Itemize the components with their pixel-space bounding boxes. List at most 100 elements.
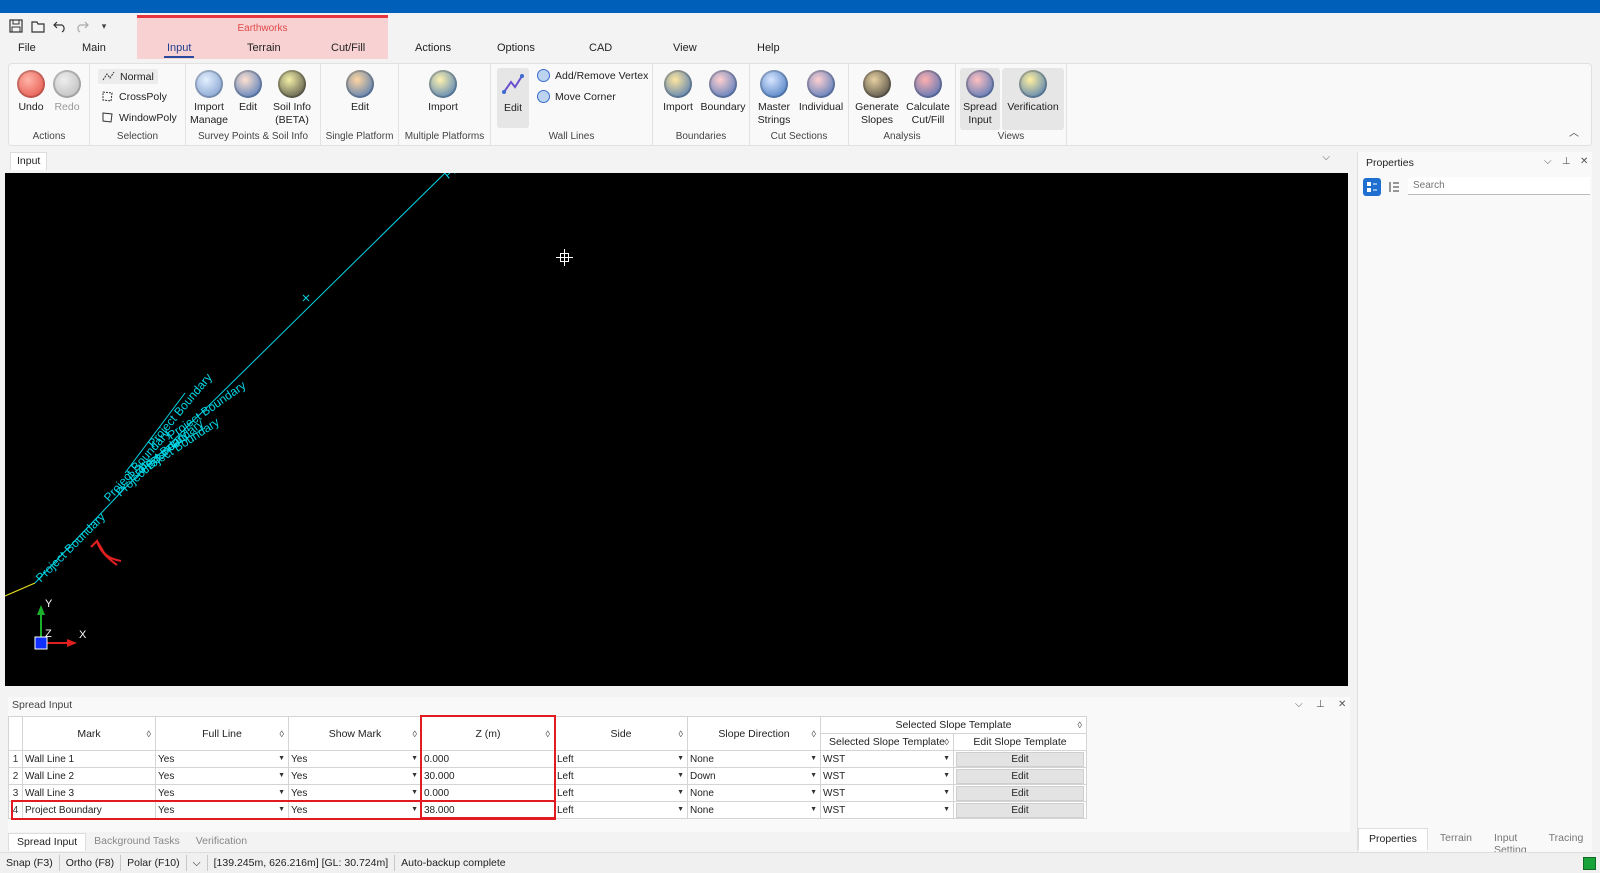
document-tab-input[interactable]: Input: [10, 152, 48, 170]
col-header-edit-template[interactable]: Edit Slope Template: [953, 733, 1087, 751]
cad-viewport[interactable]: Proj Project Boundary Project Boundary P…: [5, 173, 1348, 686]
dropdown-arrow-icon[interactable]: ▼: [810, 806, 817, 813]
ortho-toggle[interactable]: Ortho (F8): [60, 855, 122, 871]
z-cell[interactable]: 38.000: [421, 801, 555, 819]
col-group-header-template[interactable]: Selected Slope Template ◊: [820, 716, 1087, 734]
spread-dropdown-icon[interactable]: ⌵: [1295, 699, 1303, 710]
save-icon[interactable]: [8, 18, 24, 34]
dropdown-arrow-icon[interactable]: ▼: [677, 806, 684, 813]
show-mark-cell[interactable]: Yes ▼: [288, 750, 422, 768]
template-cell[interactable]: WST ▼: [820, 801, 954, 819]
slope-direction-cell[interactable]: None ▼: [687, 784, 821, 802]
single-platform-edit-button[interactable]: Edit: [343, 68, 377, 114]
tab-main[interactable]: Main: [82, 42, 106, 54]
undo-small-icon[interactable]: [52, 18, 68, 34]
dropdown-arrow-icon[interactable]: ▼: [677, 772, 684, 779]
tab-view[interactable]: View: [673, 42, 697, 54]
redo-small-icon[interactable]: [74, 18, 90, 34]
col-header-show-mark[interactable]: Show Mark ◊: [288, 716, 422, 751]
dropdown-arrow-icon[interactable]: ▼: [943, 755, 950, 762]
sort-icon[interactable]: ◊: [945, 737, 949, 747]
sort-icon[interactable]: ◊: [679, 729, 683, 739]
soil-info-button[interactable]: Soil Info (BETA): [269, 68, 315, 127]
redo-button[interactable]: Redo: [50, 68, 84, 114]
slope-direction-cell[interactable]: None ▼: [687, 801, 821, 819]
tab-background-tasks[interactable]: Background Tasks: [86, 833, 188, 851]
dropdown-arrow-icon[interactable]: ▼: [810, 789, 817, 796]
show-mark-cell[interactable]: Yes ▼: [288, 801, 422, 819]
edit-template-button[interactable]: Edit: [956, 751, 1084, 767]
row-number[interactable]: 1: [8, 750, 23, 768]
spread-close-icon[interactable]: ✕: [1338, 699, 1346, 710]
col-header-full-line[interactable]: Full Line ◊: [155, 716, 289, 751]
spread-pin-icon[interactable]: ⊥: [1316, 699, 1325, 710]
col-header-slope-direction[interactable]: Slope Direction ◊: [687, 716, 821, 751]
sort-icon[interactable]: ◊: [812, 729, 816, 739]
generate-slopes-button[interactable]: Generate Slopes: [853, 68, 901, 127]
dropdown-arrow-icon[interactable]: ▼: [677, 789, 684, 796]
col-header-selected-template[interactable]: Selected Slope Template ◊: [820, 733, 954, 751]
mark-cell[interactable]: Project Boundary: [22, 801, 156, 819]
collapse-ribbon-icon[interactable]: ︿: [1569, 124, 1579, 139]
template-cell[interactable]: WST ▼: [820, 767, 954, 785]
full-line-cell[interactable]: Yes ▼: [155, 750, 289, 768]
tab-terrain-panel[interactable]: Terrain: [1430, 828, 1482, 850]
dropdown-arrow-icon[interactable]: ▼: [411, 789, 418, 796]
individual-button[interactable]: Individual: [796, 68, 846, 114]
polar-toggle[interactable]: Polar (F10): [121, 855, 187, 871]
side-cell[interactable]: Left ▼: [554, 784, 688, 802]
mark-cell[interactable]: Wall Line 2: [22, 767, 156, 785]
tab-spread-input[interactable]: Spread Input: [8, 833, 87, 851]
row-number[interactable]: 3: [8, 784, 23, 802]
tab-cut-fill[interactable]: Cut/Fill: [331, 42, 365, 54]
tab-verification[interactable]: Verification: [188, 833, 255, 851]
properties-dropdown-icon[interactable]: ⌵: [1544, 156, 1552, 167]
calculate-cut-fill-button[interactable]: Calculate Cut/Fill: [903, 68, 953, 127]
selection-normal[interactable]: Normal: [98, 69, 158, 84]
z-cell[interactable]: 0.000: [421, 784, 555, 802]
dropdown-arrow-icon[interactable]: ▼: [411, 806, 418, 813]
col-header-mark[interactable]: Mark ◊: [22, 716, 156, 751]
dropdown-arrow-icon[interactable]: ▼: [278, 789, 285, 796]
sort-icon[interactable]: ◊: [147, 729, 151, 739]
tab-actions[interactable]: Actions: [415, 42, 451, 54]
undo-button[interactable]: Undo: [14, 68, 48, 114]
snap-toggle[interactable]: Snap (F3): [0, 855, 60, 871]
col-header-z[interactable]: Z (m) ◊: [421, 716, 555, 751]
properties-pin-icon[interactable]: ⊥: [1562, 156, 1571, 167]
row-number[interactable]: 2: [8, 767, 23, 785]
dropdown-arrow-icon[interactable]: ▼: [278, 755, 285, 762]
full-line-cell[interactable]: Yes ▼: [155, 784, 289, 802]
move-corner-button[interactable]: Move Corner: [537, 90, 616, 103]
dropdown-arrow-icon[interactable]: ▼: [411, 755, 418, 762]
customize-toolbar-icon[interactable]: ▾: [96, 18, 112, 34]
slope-direction-cell[interactable]: Down ▼: [687, 767, 821, 785]
properties-search-input[interactable]: [1408, 177, 1590, 195]
tab-options[interactable]: Options: [497, 42, 535, 54]
template-cell[interactable]: WST ▼: [820, 750, 954, 768]
selection-windowpoly[interactable]: WindowPoly: [101, 111, 177, 124]
polar-dropdown-icon[interactable]: ⌵: [187, 855, 208, 871]
mark-cell[interactable]: Wall Line 3: [22, 784, 156, 802]
col-header-side[interactable]: Side ◊: [554, 716, 688, 751]
z-cell[interactable]: 0.000: [421, 750, 555, 768]
full-line-cell[interactable]: Yes ▼: [155, 767, 289, 785]
tab-cad[interactable]: CAD: [589, 42, 612, 54]
slope-direction-cell[interactable]: None ▼: [687, 750, 821, 768]
sort-icon[interactable]: ◊: [280, 729, 284, 739]
tab-terrain[interactable]: Terrain: [247, 42, 281, 54]
tab-properties[interactable]: Properties: [1358, 828, 1428, 850]
mark-cell[interactable]: Wall Line 1: [22, 750, 156, 768]
add-remove-vertex-button[interactable]: Add/Remove Vertex: [537, 69, 648, 82]
tab-input[interactable]: Input: [163, 42, 196, 58]
properties-close-icon[interactable]: ✕: [1580, 156, 1588, 167]
z-cell[interactable]: 30.000: [421, 767, 555, 785]
row-number[interactable]: 4: [8, 801, 23, 819]
edit-template-button[interactable]: Edit: [956, 785, 1084, 801]
edit-template-button[interactable]: Edit: [956, 768, 1084, 784]
template-cell[interactable]: WST ▼: [820, 784, 954, 802]
spread-input-button[interactable]: Spread Input: [960, 68, 1000, 130]
wall-lines-edit-button[interactable]: Edit: [497, 68, 529, 128]
dropdown-arrow-icon[interactable]: ▼: [278, 806, 285, 813]
sort-icon[interactable]: ◊: [413, 729, 417, 739]
